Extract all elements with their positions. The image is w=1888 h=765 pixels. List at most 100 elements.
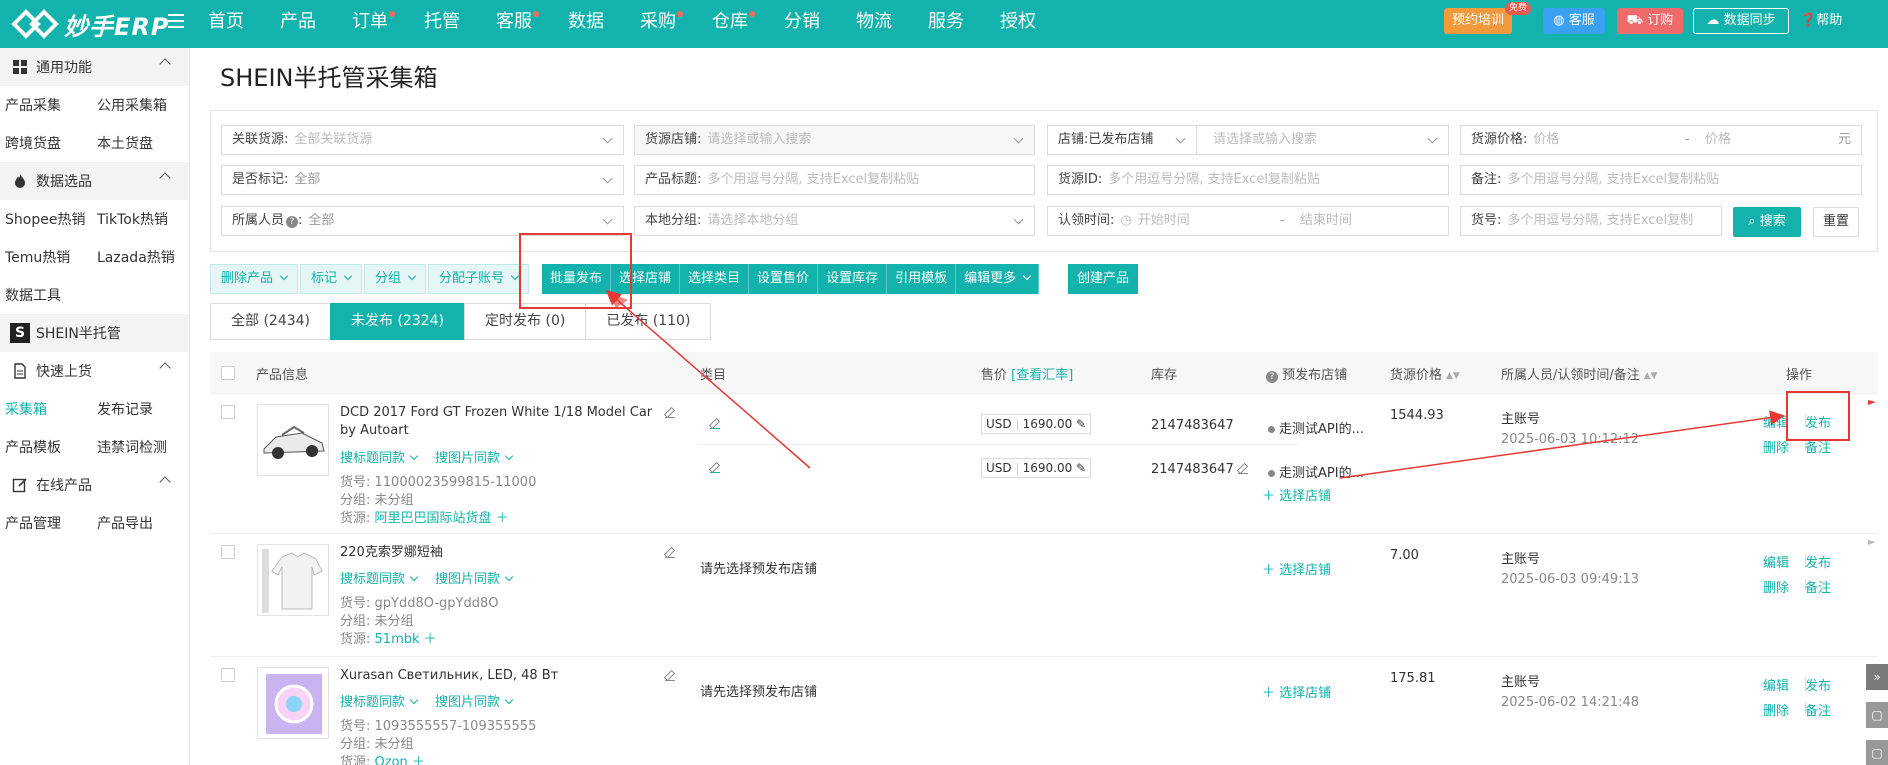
set-price-button[interactable]: 设置售价: [749, 264, 819, 294]
select-shop-link[interactable]: ＋ 选择店铺: [1262, 485, 1331, 504]
reset-button[interactable]: 重置: [1813, 207, 1859, 237]
sidebar-item-shein-semi-managed[interactable]: S SHEIN半托管: [0, 314, 189, 352]
sidebar-item-product-export[interactable]: 产品导出: [92, 513, 184, 533]
nav-item[interactable]: 产品: [280, 0, 316, 48]
product-title[interactable]: DCD 2017 Ford GT Frozen White 1/18 Model…: [340, 404, 652, 440]
apply-template-button[interactable]: 引用模板: [887, 264, 957, 294]
search-image-same-link[interactable]: 搜图片同款: [435, 447, 514, 466]
nav-item[interactable]: 数据: [568, 0, 604, 48]
remark-link[interactable]: 备注: [1805, 577, 1831, 596]
source-link[interactable]: Ozon: [375, 755, 408, 765]
assign-subaccount-button[interactable]: 分配子账号: [428, 264, 530, 294]
add-icon[interactable]: ＋: [496, 511, 509, 526]
select-shop-link[interactable]: ＋ 选择店铺: [1262, 559, 1331, 578]
source-id-input[interactable]: 货源ID: 多个用逗号分隔, 支持Excel复制粘贴: [1047, 165, 1449, 195]
sidebar-item-banned-words[interactable]: 违禁词检测: [92, 437, 184, 457]
product-title[interactable]: 220克索罗娜短袖: [340, 544, 443, 562]
book-training-button[interactable]: 预约培训: [1444, 8, 1512, 34]
remark-link[interactable]: 备注: [1805, 700, 1831, 719]
col-source-price[interactable]: 货源价格 ▲▼: [1390, 364, 1460, 383]
sidebar-item-temu-hot[interactable]: Temu热销: [0, 247, 92, 267]
start-time-input[interactable]: 开始时间: [1138, 213, 1190, 228]
menu-toggle-icon[interactable]: [168, 14, 184, 28]
edit-title-icon[interactable]: [665, 408, 675, 418]
sidebar-item-product-collect[interactable]: 产品采集: [0, 95, 92, 115]
select-category-button[interactable]: 选择类目: [680, 264, 750, 294]
mark-button[interactable]: 标记: [300, 264, 363, 294]
product-title-input[interactable]: 产品标题: 多个用逗号分隔, 支持Excel复制粘贴: [634, 165, 1035, 195]
sidebar-group-data[interactable]: 数据选品: [0, 162, 189, 200]
edit-title-icon[interactable]: [665, 548, 675, 558]
side-tool-icon[interactable]: ▢: [1866, 740, 1888, 765]
col-owner[interactable]: 所属人员/认领时间/备注 ▲▼: [1501, 364, 1658, 383]
subscribe-button[interactable]: ⛟ 订购: [1617, 8, 1683, 34]
search-title-same-link[interactable]: 搜标题同款: [340, 691, 419, 710]
delete-link[interactable]: 删除: [1763, 700, 1789, 719]
select-all-checkbox[interactable]: [221, 366, 235, 380]
sidebar-group-quick-upload[interactable]: 快速上货: [0, 352, 189, 390]
create-product-button[interactable]: 创建产品: [1068, 264, 1139, 294]
row-checkbox[interactable]: [221, 405, 235, 419]
tab-all[interactable]: 全部 (2434): [210, 303, 332, 340]
price-input[interactable]: USD 1690.00 ✎: [981, 414, 1092, 434]
sidebar-item-local-pallet[interactable]: 本土货盘: [92, 133, 184, 153]
edit-link[interactable]: 编辑: [1763, 552, 1789, 571]
add-icon[interactable]: ＋: [412, 755, 425, 765]
side-tool-icon[interactable]: ▢: [1866, 702, 1888, 728]
view-exchange-rate-link[interactable]: [查看汇率]: [1011, 368, 1073, 383]
source-link[interactable]: 阿里巴巴国际站货盘: [375, 511, 492, 526]
source-filter[interactable]: 关联货源: 全部关联货源: [221, 125, 624, 155]
sidebar-item-collect-box[interactable]: 采集箱: [0, 399, 92, 419]
edit-more-button[interactable]: 编辑更多: [956, 264, 1040, 294]
sidebar-item-product-manage[interactable]: 产品管理: [0, 513, 92, 533]
source-shop-filter[interactable]: 货源店铺: 请选择或输入搜索: [634, 125, 1035, 155]
product-thumbnail[interactable]: [257, 404, 329, 476]
delete-link[interactable]: 删除: [1763, 577, 1789, 596]
nav-item[interactable]: 分销: [784, 0, 820, 48]
customer-service-button[interactable]: ◍ 客服: [1543, 8, 1605, 34]
shop-select[interactable]: 请选择或输入搜索: [1196, 125, 1449, 155]
product-thumbnail[interactable]: [257, 667, 329, 739]
price-input[interactable]: USD 1690.00 ✎: [981, 458, 1092, 478]
nav-item[interactable]: 订单: [352, 0, 395, 48]
nav-item[interactable]: 授权: [1000, 0, 1036, 48]
edit-stock-icon[interactable]: [1238, 464, 1248, 474]
sidebar-group-online-products[interactable]: 在线产品: [0, 466, 189, 504]
collapse-panel-icon[interactable]: »: [1866, 664, 1888, 690]
search-button[interactable]: ⌕ 搜索: [1733, 207, 1801, 237]
claim-time-range[interactable]: 认领时间: ◷ 开始时间 - 结束时间: [1047, 206, 1449, 236]
price-max-input[interactable]: 价格: [1705, 126, 1731, 154]
edit-link[interactable]: 编辑: [1763, 675, 1789, 694]
row-checkbox[interactable]: [221, 668, 235, 682]
sidebar-item-lazada-hot[interactable]: Lazada热销: [92, 247, 184, 267]
sidebar-item-crossborder-pallet[interactable]: 跨境货盘: [0, 133, 92, 153]
data-sync-button[interactable]: ☁ 数据同步: [1693, 8, 1789, 34]
select-shop-link[interactable]: ＋ 选择店铺: [1262, 682, 1331, 701]
edit-title-icon[interactable]: [665, 671, 675, 681]
row-checkbox[interactable]: [221, 545, 235, 559]
end-time-input[interactable]: 结束时间: [1300, 207, 1352, 235]
edit-category-icon[interactable]: [710, 463, 720, 473]
marked-filter[interactable]: 是否标记: 全部: [221, 165, 624, 195]
local-group-select[interactable]: 本地分组: 请选择本地分组: [634, 206, 1035, 236]
sidebar-item-tiktok-hot[interactable]: TikTok热销: [92, 209, 184, 229]
publish-link[interactable]: 发布: [1805, 552, 1831, 571]
search-image-same-link[interactable]: 搜图片同款: [435, 691, 514, 710]
search-title-same-link[interactable]: 搜标题同款: [340, 568, 419, 587]
sidebar-item-publish-records[interactable]: 发布记录: [92, 399, 184, 419]
sidebar-group-common[interactable]: 通用功能: [0, 48, 189, 86]
sidebar-item-data-tools[interactable]: 数据工具: [0, 285, 92, 305]
nav-item[interactable]: 托管: [424, 0, 460, 48]
shop-status-select[interactable]: 店铺:已发布店铺: [1047, 125, 1197, 155]
logo[interactable]: 妙手ERP: [10, 6, 169, 42]
sidebar-item-shopee-hot[interactable]: Shopee热销: [0, 209, 92, 229]
remark-input[interactable]: 备注: 多个用逗号分隔, 支持Excel复制粘贴: [1460, 165, 1862, 195]
source-price-range[interactable]: 货源价格: 价格 - 价格 元: [1460, 125, 1862, 155]
search-image-same-link[interactable]: 搜图片同款: [435, 568, 514, 587]
product-thumbnail[interactable]: [257, 544, 329, 616]
nav-item[interactable]: 服务: [928, 0, 964, 48]
add-icon[interactable]: ＋: [424, 632, 437, 647]
price-min-input[interactable]: 价格: [1533, 132, 1559, 147]
nav-item[interactable]: 首页: [208, 0, 244, 48]
sidebar-item-product-template[interactable]: 产品模板: [0, 437, 92, 457]
